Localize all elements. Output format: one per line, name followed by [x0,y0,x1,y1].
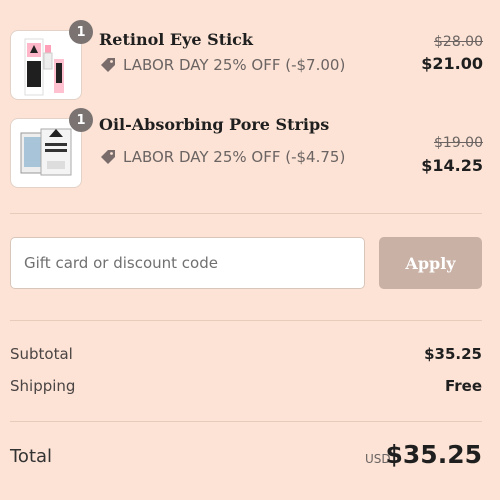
discount-label: LABOR DAY 25% OFF (-$7.00) [123,56,346,74]
original-price: $19.00 [434,135,483,151]
product-name: Oil-Absorbing Pore Strips [99,115,330,134]
final-price: $14.25 [421,156,483,175]
discount-label: LABOR DAY 25% OFF (-$4.75) [123,148,346,166]
divider [10,213,482,214]
subtotal-label: Subtotal [10,345,73,363]
price-tag-icon [99,148,117,166]
original-price: $28.00 [434,34,483,50]
discount-line: LABOR DAY 25% OFF (-$7.00) [99,56,345,74]
product-name: Retinol Eye Stick [99,30,253,49]
apply-button[interactable]: Apply [379,237,482,289]
cart-item: 1 Retinol Eye Stick LABOR DAY 25% OFF (-… [10,20,485,102]
shipping-value: Free [444,377,482,395]
shipping-label: Shipping [10,377,76,395]
total-label: Total [10,446,53,467]
final-price: $21.00 [421,54,483,73]
quantity-badge: 1 [69,108,93,132]
product-thumbnail-pore-strips: 1 [10,108,93,188]
cart-item: 1 Oil-Absorbing Pore Strips LABOR DAY 25… [10,108,485,190]
subtotal-value: $35.25 [424,345,482,363]
discount-code-input[interactable] [10,237,365,289]
divider [10,320,482,321]
divider [10,421,482,422]
total-value: $35.25 [385,440,482,469]
product-thumbnail-retinol-eye-stick: 1 [10,20,93,100]
quantity-badge: 1 [69,20,93,44]
pore-strips-product-image [20,128,72,176]
eye-stick-product-image [24,38,64,96]
discount-line: LABOR DAY 25% OFF (-$4.75) [99,148,345,166]
price-tag-icon [99,56,117,74]
